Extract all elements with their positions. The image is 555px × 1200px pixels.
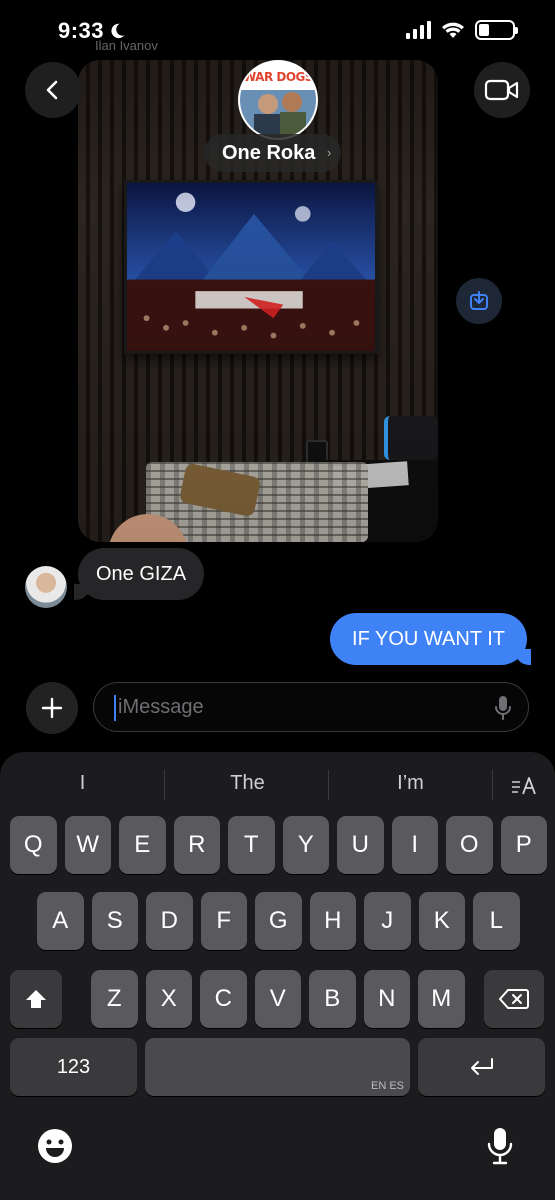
language-label: EN ES: [370, 1080, 404, 1092]
group-name: One Roka: [222, 141, 316, 164]
suggestion-divider: [164, 770, 165, 800]
emoji-icon[interactable]: [37, 1128, 73, 1164]
message-text: One GIZA: [96, 562, 187, 585]
video-camera-icon: [484, 79, 519, 101]
incoming-message-bubble[interactable]: One GIZA: [73, 548, 205, 600]
back-button[interactable]: [25, 62, 81, 118]
key-b[interactable]: B: [309, 970, 356, 1028]
key-x[interactable]: X: [145, 970, 192, 1028]
backspace-icon: [499, 989, 529, 1009]
microphone-icon[interactable]: [494, 695, 512, 721]
suggestion-1[interactable]: I: [20, 772, 145, 795]
key-r[interactable]: R: [173, 816, 220, 874]
facetime-video-button[interactable]: [474, 62, 530, 118]
faded-sender-name: Ilan Ivanov: [95, 38, 158, 53]
key-o[interactable]: O: [446, 816, 493, 874]
key-j[interactable]: J: [364, 892, 411, 950]
key-l[interactable]: L: [473, 892, 520, 950]
chevron-right-icon: ›: [327, 145, 332, 160]
key-k[interactable]: K: [418, 892, 465, 950]
download-icon: [470, 291, 488, 310]
suggestion-3[interactable]: I’m: [348, 772, 473, 795]
key-f[interactable]: F: [200, 892, 247, 950]
apps-plus-button[interactable]: [26, 682, 78, 734]
sender-avatar[interactable]: [25, 566, 67, 608]
key-p[interactable]: P: [500, 816, 547, 874]
key-u[interactable]: U: [337, 816, 384, 874]
save-photo-button[interactable]: [456, 278, 502, 324]
shift-icon: [26, 990, 46, 1008]
group-avatar[interactable]: WAR DOGS: [238, 60, 318, 140]
key-i[interactable]: I: [391, 816, 438, 874]
suggestion-divider: [492, 770, 493, 800]
status-icons: [406, 20, 518, 40]
message-text: IF YOU WANT IT: [352, 627, 505, 650]
key-e[interactable]: E: [119, 816, 166, 874]
numbers-key[interactable]: 123: [10, 1038, 137, 1096]
suggestion-2[interactable]: The: [185, 772, 310, 795]
group-avatar-text: WAR DOGS: [242, 70, 314, 84]
shift-key[interactable]: [10, 970, 62, 1028]
return-icon: [470, 1058, 493, 1075]
key-g[interactable]: G: [255, 892, 302, 950]
status-bar: 9:33: [0, 0, 555, 60]
key-s[interactable]: S: [91, 892, 138, 950]
cellular-signal-icon: [406, 21, 431, 39]
key-q[interactable]: Q: [10, 816, 57, 874]
message-input[interactable]: iMessage: [93, 682, 529, 732]
plus-icon: [41, 697, 63, 719]
message-placeholder: iMessage: [118, 696, 204, 718]
key-w[interactable]: W: [64, 816, 111, 874]
key-v[interactable]: V: [254, 970, 301, 1028]
key-a[interactable]: A: [37, 892, 84, 950]
wifi-icon: [442, 22, 464, 38]
key-y[interactable]: Y: [282, 816, 329, 874]
group-name-button[interactable]: One Roka ›: [204, 134, 342, 172]
chevron-left-icon: [46, 80, 58, 100]
key-c[interactable]: C: [200, 970, 247, 1028]
keyboard: I The I’m 123 EN ES QWERTYUIOP A S D F G…: [0, 752, 555, 1200]
key-t[interactable]: T: [228, 816, 275, 874]
key-m[interactable]: M: [418, 970, 465, 1028]
key-d[interactable]: D: [146, 892, 193, 950]
key-z[interactable]: Z: [91, 970, 138, 1028]
predictive-bar: I The I’m: [0, 752, 555, 818]
dictation-icon[interactable]: [487, 1126, 513, 1166]
delete-key[interactable]: [484, 970, 544, 1028]
return-key[interactable]: [418, 1038, 545, 1096]
key-n[interactable]: N: [363, 970, 410, 1028]
key-h[interactable]: H: [309, 892, 356, 950]
space-bar[interactable]: EN ES: [145, 1038, 410, 1096]
battery-icon: [475, 20, 518, 40]
text-cursor: [114, 695, 116, 721]
outgoing-message-bubble[interactable]: IF YOU WANT IT: [330, 613, 531, 665]
text-format-icon[interactable]: [511, 774, 539, 796]
suggestion-divider: [328, 770, 329, 800]
